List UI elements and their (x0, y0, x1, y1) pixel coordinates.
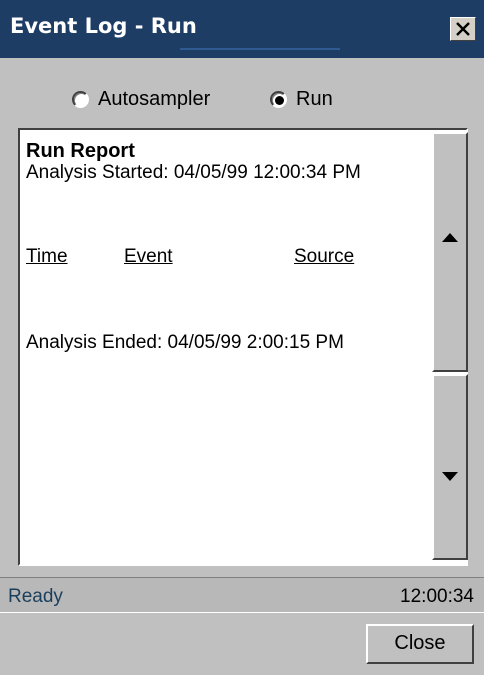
status-bar: Ready 12:00:34 (0, 577, 484, 613)
close-icon (456, 22, 470, 36)
analysis-ended-line: Analysis Ended: 04/05/99 2:00:15 PM (26, 332, 344, 353)
report-column-headers: Time Event Source (26, 246, 426, 272)
arrow-up-icon (442, 233, 458, 242)
close-button[interactable]: Close (366, 624, 474, 664)
status-time: 12:00:34 (400, 586, 474, 607)
event-log-window: Event Log - Run Autosampler Run Run Repo… (0, 0, 484, 675)
autosampler-label: Autosampler (98, 88, 211, 110)
column-header-event: Event (124, 246, 173, 267)
report-title: Run Report (26, 140, 135, 162)
radio-checked-icon (270, 91, 287, 108)
scroll-up-button[interactable] (432, 132, 468, 372)
radio-unchecked-icon (72, 91, 89, 108)
run-label: Run (296, 88, 333, 110)
status-text: Ready (8, 586, 63, 607)
column-header-time: Time (26, 246, 68, 267)
analysis-started-line: Analysis Started: 04/05/99 12:00:34 PM (26, 162, 361, 183)
run-radio[interactable]: Run (270, 88, 333, 111)
column-header-source: Source (294, 246, 355, 267)
title-bar[interactable]: Event Log - Run (0, 0, 484, 58)
window-close-button[interactable] (450, 17, 476, 41)
run-report-panel[interactable]: Run Report Analysis Started: 04/05/99 12… (18, 128, 468, 566)
arrow-down-icon (442, 472, 458, 481)
title-bar-accent (180, 48, 340, 50)
window-title: Event Log - Run (10, 14, 197, 38)
scroll-down-button[interactable] (432, 374, 468, 560)
view-selector: Autosampler Run (0, 70, 484, 126)
report-content: Run Report Analysis Started: 04/05/99 12… (26, 140, 426, 353)
autosampler-radio[interactable]: Autosampler (72, 88, 210, 111)
